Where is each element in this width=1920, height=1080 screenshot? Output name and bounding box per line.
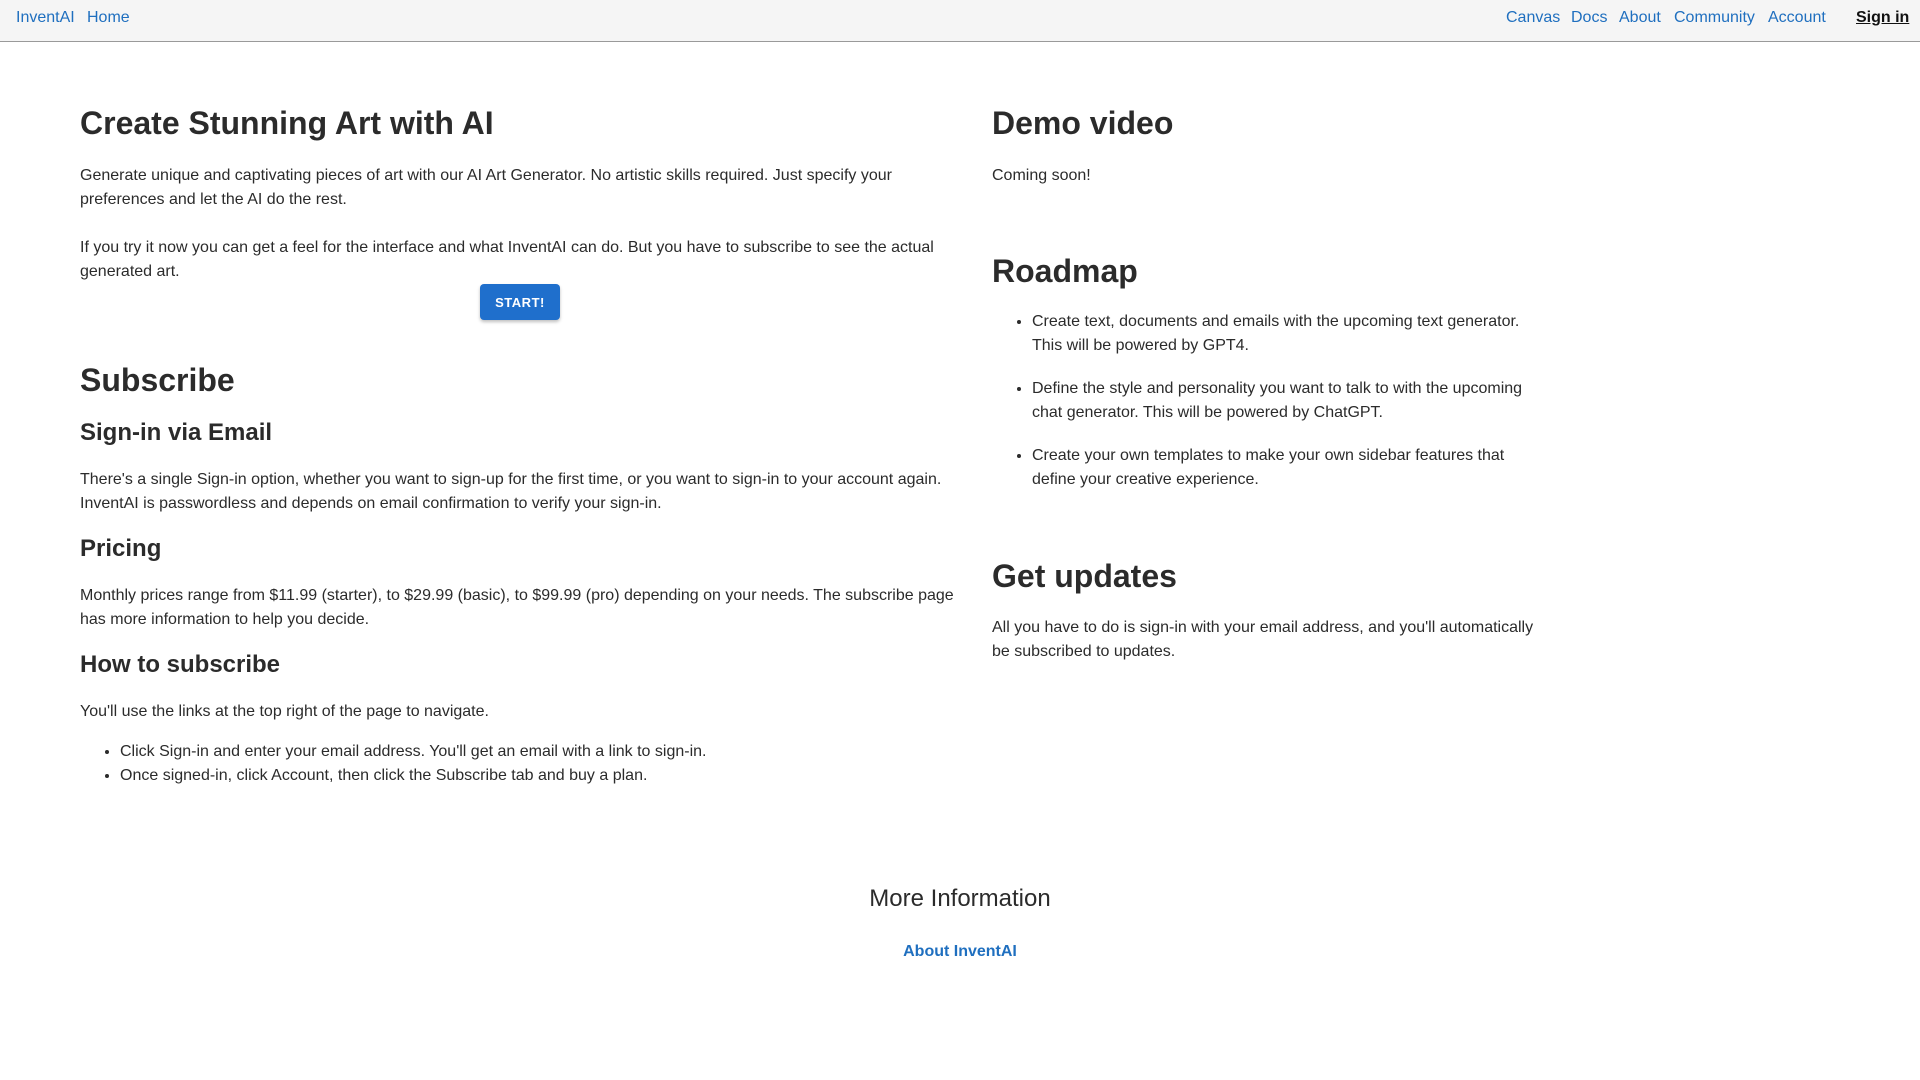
hero-intro-text: Generate unique and captivating pieces o… [80,167,892,208]
nav-canvas-link[interactable]: Canvas [1506,8,1560,28]
pricing-heading: Pricing [80,535,162,562]
how-to-subscribe-heading: How to subscribe [80,651,281,678]
get-updates-text: All you have to do is sign-in with your … [992,619,1534,660]
subscribe-steps-list: Click Sign-in and enter your email addre… [80,740,960,788]
hero-trial-text: If you try it now you can get a feel for… [80,239,934,280]
list-item: Once signed-in, click Account, then clic… [120,764,960,788]
demo-video-text: Coming soon! [992,167,1091,184]
list-item: Create your own templates to make your o… [1032,444,1552,492]
list-item: Create text, documents and emails with t… [1032,310,1552,358]
top-nav-bar: InventAI Home Canvas Docs About Communit… [0,0,1920,42]
list-item: Click Sign-in and enter your email addre… [120,740,960,764]
nav-signin-link[interactable]: Sign in [1856,8,1909,28]
list-item: Define the style and personality you wan… [1032,377,1552,425]
nav-brand-link[interactable]: InventAI [16,8,75,28]
hero-title: Create Stunning Art with AI [80,105,494,141]
nav-about-link[interactable]: About [1619,8,1661,28]
pricing-text: Monthly prices range from $11.99 (starte… [80,587,954,628]
about-inventai-link[interactable]: About InventAI [0,942,1920,962]
roadmap-list: Create text, documents and emails with t… [992,310,1552,511]
get-updates-title: Get updates [992,558,1177,594]
subscribe-title: Subscribe [80,362,235,398]
demo-video-title: Demo video [992,105,1174,141]
nav-home-link[interactable]: Home [87,8,130,28]
how-to-subscribe-text: You'll use the links at the top right of… [80,703,489,720]
nav-community-link[interactable]: Community [1674,8,1755,28]
nav-docs-link[interactable]: Docs [1571,8,1607,28]
roadmap-title: Roadmap [992,253,1138,289]
signin-email-heading: Sign-in via Email [80,419,273,446]
start-button[interactable]: START! [480,284,560,320]
signin-email-text: There's a single Sign-in option, whether… [80,471,942,512]
more-information-title: More Information [869,885,1051,912]
nav-account-link[interactable]: Account [1768,8,1826,28]
